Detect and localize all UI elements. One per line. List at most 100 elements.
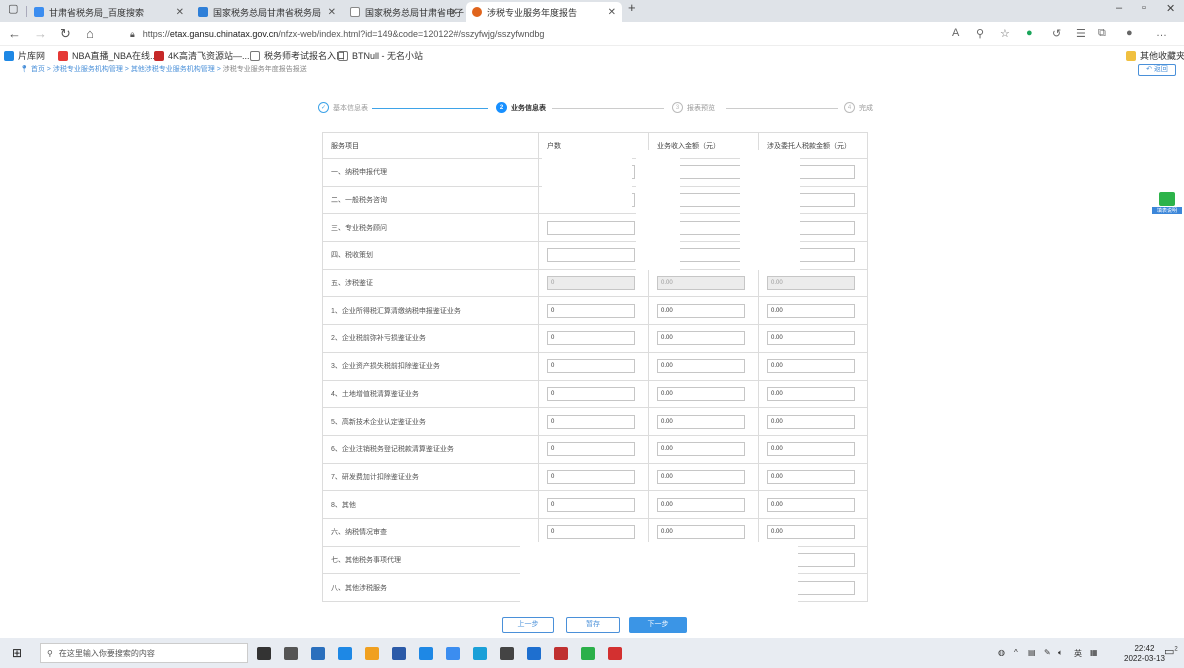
count-input[interactable]: 0 <box>547 442 635 457</box>
clock[interactable]: 22:42 2022-03-13 <box>1124 644 1165 664</box>
read-aloud-icon[interactable]: A <box>952 27 959 39</box>
taskbar-app-icon[interactable] <box>608 647 622 660</box>
extension-icon[interactable]: ● <box>1026 27 1033 39</box>
tax-amount-input[interactable]: 0.00 <box>767 331 855 346</box>
pen-icon[interactable]: ✎ <box>1044 648 1051 657</box>
save-draft-button[interactable]: 暂存 <box>566 617 620 633</box>
bookmark-item[interactable]: 税务师考试报名入口 <box>250 49 345 62</box>
taskbar-app-icon[interactable] <box>500 647 514 660</box>
favorite-add-icon[interactable]: ☆ <box>1000 27 1010 40</box>
tab-etax[interactable]: 国家税务总局甘肃省电子税务局 ✕ <box>344 2 464 22</box>
network-icon[interactable]: ▤ <box>1028 648 1036 657</box>
tax-amount-input[interactable]: 0.00 <box>767 469 855 484</box>
more-icon[interactable]: … <box>1156 27 1167 39</box>
taskbar-app-icon[interactable] <box>338 647 352 660</box>
tax-amount-input[interactable]: 0.00 <box>767 525 855 540</box>
other-favorites[interactable]: 其他收藏夹 <box>1126 49 1184 62</box>
tax-amount-input[interactable]: 0.00 <box>767 359 855 374</box>
bookmark-item[interactable]: NBA直播_NBA在线... <box>58 49 158 62</box>
breadcrumb-home[interactable]: 首页 <box>31 66 45 73</box>
count-input[interactable]: 0 <box>547 386 635 401</box>
income-input[interactable]: 0.00 <box>657 331 745 346</box>
row-label: 7、研发费加计扣除鉴证业务 <box>322 462 539 492</box>
row-label: 六、纳税情况审查 <box>322 517 539 547</box>
tax-amount-input[interactable]: 0.00 <box>767 497 855 512</box>
tab-gansu-tax[interactable]: 国家税务总局甘肃省税务局 ✕ <box>192 2 342 22</box>
redacted-area <box>520 542 798 610</box>
address-bar[interactable]: 🔒︎ https://etax.gansu.chinatax.gov.cn/nf… <box>130 26 544 42</box>
fill-instructions-widget[interactable]: 填表说明 <box>1152 192 1182 216</box>
bookmark-item[interactable]: BTNull - 无名小站 <box>338 49 423 62</box>
forward-icon[interactable]: → <box>34 26 47 41</box>
tab-baidu[interactable]: 甘肃省税务局_百度搜索 ✕ <box>28 2 190 22</box>
taskbar-app-icon[interactable] <box>473 647 487 660</box>
count-input[interactable]: 0 <box>547 359 635 374</box>
next-step-button[interactable]: 下一步 <box>629 617 687 633</box>
income-input[interactable]: 0.00 <box>657 525 745 540</box>
bookmark-item[interactable]: 片库网 <box>4 49 45 62</box>
close-icon[interactable]: ✕ <box>608 7 616 18</box>
return-button[interactable]: ↶ 返回 <box>1138 64 1176 76</box>
taskbar-app-icon[interactable] <box>311 647 325 660</box>
count-input[interactable]: 0 <box>547 497 635 512</box>
count-input[interactable] <box>547 220 635 235</box>
income-input[interactable]: 0.00 <box>657 469 745 484</box>
minimize-icon[interactable]: – <box>1116 2 1122 14</box>
tab-actions-icon[interactable]: ▢ <box>8 2 18 15</box>
count-input[interactable]: 0 <box>547 303 635 318</box>
taskbar-app-icon[interactable] <box>581 647 595 660</box>
previous-step-button[interactable]: 上一步 <box>502 617 554 633</box>
count-input[interactable]: 0 <box>547 525 635 540</box>
windows-start-icon[interactable]: ⊞ <box>12 646 22 660</box>
count-input[interactable]: 0 <box>547 331 635 346</box>
income-input[interactable]: 0.00 <box>657 386 745 401</box>
bookmark-item[interactable]: 4K高清飞资源站—... <box>154 49 250 62</box>
count-input[interactable]: 0 <box>547 469 635 484</box>
tray-expand-icon[interactable]: ^ <box>1014 648 1018 657</box>
notification-icon[interactable]: ▭2 <box>1164 645 1178 658</box>
income-input[interactable]: 0.00 <box>657 442 745 457</box>
taskbar-app-icon[interactable] <box>392 647 406 660</box>
window-close-icon[interactable]: ✕ <box>1166 2 1175 15</box>
collections-icon[interactable]: ⧉ <box>1098 27 1106 40</box>
restore-icon[interactable]: ▫ <box>1142 2 1146 14</box>
zoom-icon[interactable]: ⚲ <box>976 27 984 40</box>
ime-icon[interactable]: ▦ <box>1090 648 1098 657</box>
tax-amount-input[interactable]: 0.00 <box>767 414 855 429</box>
count-input[interactable] <box>547 248 635 263</box>
income-input[interactable]: 0.00 <box>657 359 745 374</box>
close-icon[interactable]: ✕ <box>328 7 336 18</box>
input-language[interactable]: 英 <box>1074 648 1082 659</box>
taskbar-app-icon[interactable] <box>554 647 568 660</box>
refresh-icon[interactable]: ↻ <box>60 26 71 42</box>
breadcrumb-item[interactable]: 涉税专业服务机构管理 <box>53 66 123 73</box>
income-input[interactable]: 0.00 <box>657 414 745 429</box>
taskbar-app-icon[interactable] <box>257 647 271 660</box>
tray-app-icon[interactable]: ◍ <box>998 648 1005 657</box>
income-input[interactable]: 0.00 <box>657 497 745 512</box>
back-icon[interactable]: ← <box>8 26 21 41</box>
taskbar-app-icon[interactable] <box>419 647 433 660</box>
taskbar-app-icon[interactable] <box>446 647 460 660</box>
home-icon[interactable]: ⌂ <box>86 26 94 41</box>
tax-amount-input[interactable]: 0.00 <box>767 386 855 401</box>
count-input[interactable]: 0 <box>547 414 635 429</box>
taskbar-search-input[interactable]: ⚲ 在这里输入你要搜索的内容 <box>40 643 248 663</box>
tax-amount-input[interactable]: 0.00 <box>767 303 855 318</box>
close-icon[interactable]: ✕ <box>450 7 458 18</box>
tax-amount-input[interactable]: 0.00 <box>767 442 855 457</box>
refresh-extension-icon[interactable]: ↺ <box>1052 27 1061 40</box>
profile-avatar[interactable]: ● <box>1126 27 1133 39</box>
close-icon[interactable]: ✕ <box>176 7 184 18</box>
volume-icon[interactable]: 🔈︎ <box>1058 648 1063 658</box>
tab-annual-report[interactable]: 涉税专业服务年度报告 ✕ <box>466 2 622 22</box>
income-input[interactable]: 0.00 <box>657 303 745 318</box>
new-tab-icon[interactable]: + <box>628 0 636 15</box>
taskbar-app-icon[interactable] <box>527 647 541 660</box>
breadcrumb-item[interactable]: 其他涉税专业服务机构管理 <box>131 66 215 73</box>
taskbar-app-icon[interactable] <box>284 647 298 660</box>
favorites-icon[interactable]: ☰ <box>1076 27 1086 40</box>
taskbar-app-icon[interactable] <box>365 647 379 660</box>
count-input: 0 <box>547 276 635 291</box>
document-icon <box>1159 192 1175 206</box>
